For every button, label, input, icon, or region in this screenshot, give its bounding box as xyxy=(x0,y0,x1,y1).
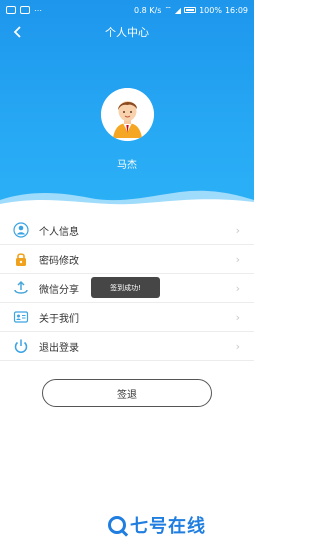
user-name: 马杰 xyxy=(117,160,137,171)
toast-message: 签到成功! xyxy=(91,277,160,298)
chevron-right-icon: › xyxy=(235,340,240,353)
lock-icon xyxy=(12,250,30,268)
watermark-text: 七号在线 xyxy=(130,516,206,537)
power-icon xyxy=(12,337,30,355)
navigation-bar: 个人中心 xyxy=(0,20,254,44)
avatar[interactable] xyxy=(101,88,154,141)
menu-item-logout[interactable]: 退出登录 › xyxy=(0,332,254,361)
menu-label: 退出登录 xyxy=(39,342,79,354)
clock: 16:09 xyxy=(224,5,248,15)
male-avatar-icon xyxy=(101,88,154,141)
share-icon xyxy=(12,279,30,297)
battery-percent: 100% xyxy=(199,5,222,15)
status-bar: ⋯ 0.8 K/s ⌔ ◢ 100% 16:09 xyxy=(0,0,254,20)
menu-label: 密码修改 xyxy=(39,255,79,267)
person-icon xyxy=(12,221,30,239)
chevron-right-icon: › xyxy=(235,311,240,324)
chevron-right-icon: › xyxy=(235,282,240,295)
menu-item-personal-info[interactable]: 个人信息 › xyxy=(0,216,254,245)
notification-icon xyxy=(6,6,16,14)
signal-icon: ◢ xyxy=(174,5,182,15)
dots-icon: ⋯ xyxy=(34,5,42,15)
chevron-right-icon: › xyxy=(235,224,240,237)
profile-header: ⋯ 0.8 K/s ⌔ ◢ 100% 16:09 个人中心 马杰 xyxy=(0,0,254,225)
network-speed: 0.8 K/s xyxy=(134,5,162,15)
message-icon xyxy=(20,6,30,14)
sign-out-button[interactable]: 签退 xyxy=(42,379,212,407)
menu-label: 个人信息 xyxy=(39,226,79,238)
menu-item-about-us[interactable]: 关于我们 › xyxy=(0,303,254,332)
watermark: 七号在线 xyxy=(108,512,206,538)
menu-label: 关于我们 xyxy=(39,313,79,325)
id-card-icon xyxy=(12,308,30,326)
battery-icon xyxy=(184,7,197,13)
page-title: 个人中心 xyxy=(105,26,149,39)
wifi-icon: ⌔ xyxy=(164,5,172,14)
menu-item-change-password[interactable]: 密码修改 › xyxy=(0,245,254,274)
chevron-right-icon: › xyxy=(235,253,240,266)
magnifier-logo-icon xyxy=(108,516,126,534)
menu-label: 微信分享 xyxy=(39,284,79,296)
